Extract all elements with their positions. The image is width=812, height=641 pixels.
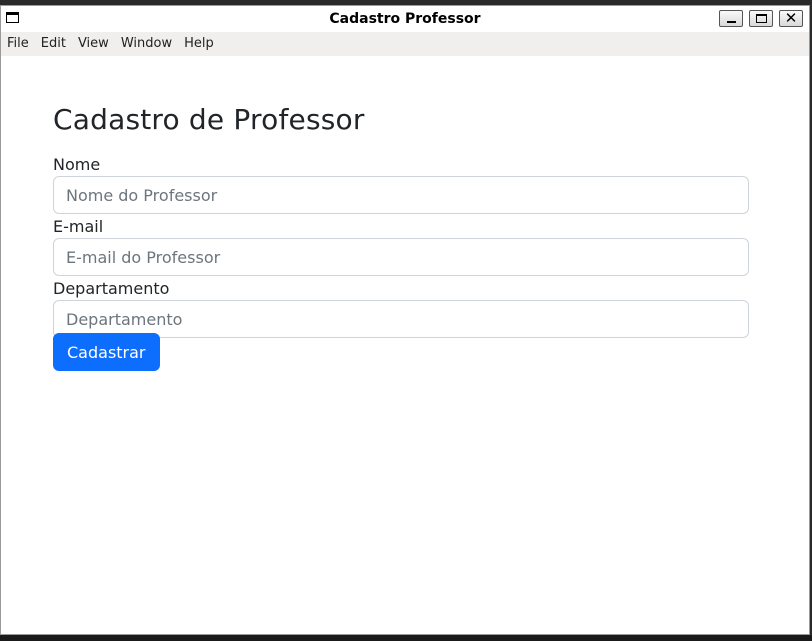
title-bar[interactable]: Cadastro Professor ✕: [1, 6, 809, 33]
vertical-scrollbar[interactable]: [800, 56, 809, 634]
email-input[interactable]: [53, 238, 749, 276]
maximize-icon: [756, 14, 767, 23]
page-content: Cadastro de Professor Nome E-mail Depart…: [1, 56, 800, 634]
close-icon: ✕: [784, 9, 798, 27]
menu-file[interactable]: File: [1, 32, 35, 56]
nome-input[interactable]: [53, 176, 749, 214]
desktop-background: [0, 635, 812, 641]
menu-bar: File Edit View Window Help: [1, 32, 809, 56]
departamento-input[interactable]: [53, 300, 749, 338]
minimize-icon: [727, 21, 736, 23]
menu-window[interactable]: Window: [115, 32, 178, 56]
page-title: Cadastro de Professor: [53, 103, 365, 136]
close-button[interactable]: ✕: [779, 10, 803, 27]
departamento-label: Departamento: [53, 279, 170, 298]
email-label: E-mail: [53, 217, 104, 236]
menu-help[interactable]: Help: [178, 32, 220, 56]
window-title: Cadastro Professor: [329, 11, 481, 27]
cadastrar-button[interactable]: Cadastrar: [53, 333, 160, 371]
maximize-button[interactable]: [749, 10, 773, 27]
menu-edit[interactable]: Edit: [35, 32, 72, 56]
nome-label: Nome: [53, 155, 101, 174]
app-window: Cadastro Professor ✕ File Edit View Wind…: [0, 5, 810, 635]
menu-view[interactable]: View: [72, 32, 115, 56]
minimize-button[interactable]: [719, 10, 743, 27]
